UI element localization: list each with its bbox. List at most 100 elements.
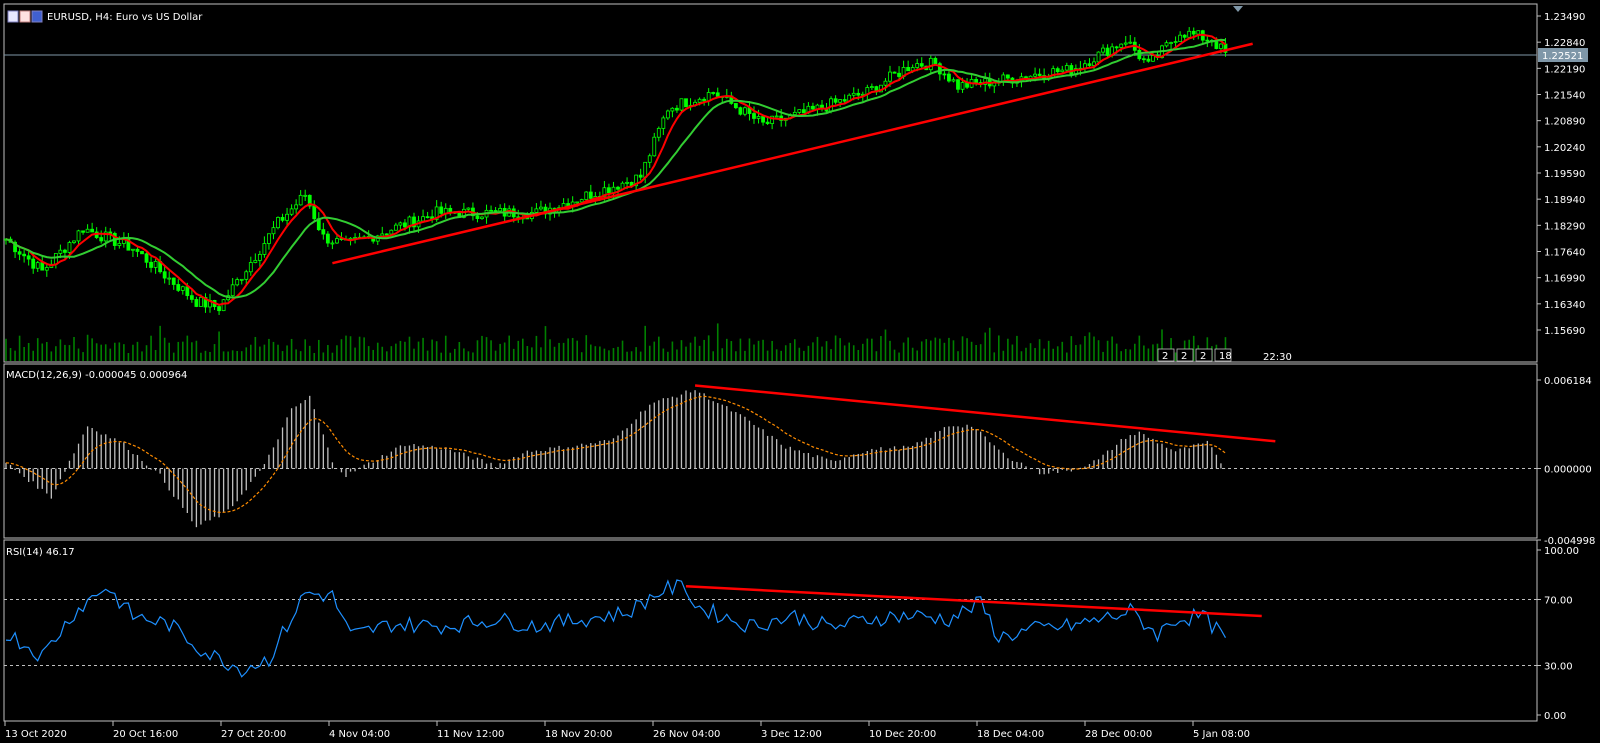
time-axis-label: 13 Oct 2020 — [5, 729, 67, 740]
candle-body — [1214, 41, 1219, 49]
candle-body — [149, 261, 153, 268]
time-axis-label: 3 Dec 12:00 — [761, 729, 822, 740]
candle-body — [697, 98, 702, 103]
candle-body — [475, 215, 480, 219]
timer-marker-label: 2 — [1181, 351, 1187, 362]
candle-body — [189, 295, 194, 300]
candle-body — [1114, 46, 1119, 49]
candle-body — [1096, 51, 1101, 63]
candle-body — [579, 199, 584, 203]
candle-body — [194, 299, 199, 307]
window-header: EURUSD, H4: Euro vs US Dollar — [7, 10, 203, 23]
rsi-axis-label: 70.00 — [1544, 596, 1573, 607]
candle-body — [951, 79, 956, 82]
candle-body — [643, 161, 648, 178]
candle-body — [335, 238, 339, 244]
candle-body — [684, 98, 688, 108]
price-axis-label: 1.21540 — [1544, 91, 1585, 102]
price-axis-label: 1.20890 — [1544, 117, 1585, 128]
candle-body — [534, 208, 539, 213]
candle-body — [756, 116, 761, 119]
candle-body — [842, 99, 847, 102]
candle-body — [398, 222, 403, 226]
time-axis-label: 11 Nov 12:00 — [437, 729, 504, 740]
candle-body — [960, 82, 965, 90]
candle-body — [171, 277, 176, 285]
candle-body — [1191, 30, 1196, 35]
candle-body — [928, 57, 933, 71]
candle-body — [575, 201, 580, 204]
time-axis-label: 4 Nov 04:00 — [329, 729, 390, 740]
time-axis-label: 18 Nov 20:00 — [545, 729, 612, 740]
candle-body — [1005, 74, 1010, 79]
time-axis-label: 10 Dec 20:00 — [869, 729, 936, 740]
candle-body — [933, 57, 938, 65]
candle-body — [919, 63, 924, 67]
candle-body — [1173, 41, 1178, 43]
candle-body — [851, 92, 856, 96]
candle-body — [797, 109, 802, 113]
bar-timer: 2 2 2 18 22:30 — [1157, 348, 1292, 363]
candle-body — [76, 230, 81, 242]
candle-body — [765, 121, 770, 124]
price-axis-label: 1.23490 — [1544, 12, 1585, 23]
candle-body — [81, 230, 85, 233]
candle-body — [897, 72, 901, 77]
candle-body — [733, 103, 738, 109]
candle-body — [1128, 41, 1133, 44]
candle-body — [99, 237, 104, 242]
candle-body — [44, 267, 49, 271]
candle-body — [915, 63, 920, 68]
candle-body — [58, 249, 63, 254]
candle-body — [715, 92, 720, 97]
candle-body — [616, 186, 620, 190]
candle-body — [67, 242, 72, 253]
candle-body — [393, 224, 398, 231]
candle-body — [153, 260, 158, 268]
candle-body — [625, 181, 629, 184]
candle-body — [140, 251, 144, 255]
candle-body — [35, 262, 40, 269]
candle-body — [294, 204, 299, 210]
candle-body — [974, 78, 979, 83]
candle-body — [325, 233, 330, 244]
candle-body — [31, 258, 36, 269]
candle-body — [312, 205, 317, 220]
candle-body — [421, 216, 425, 222]
candle-body — [675, 107, 679, 111]
candle-body — [117, 243, 122, 246]
candle-body — [185, 286, 190, 297]
candle-body — [947, 73, 951, 82]
current-price-tag: 1.22521 — [1538, 48, 1588, 63]
candle-body — [144, 253, 149, 263]
candle-body — [661, 117, 666, 129]
macd-axis-label: 0.006184 — [1544, 376, 1592, 387]
candle-body — [665, 110, 670, 119]
candle-body — [26, 255, 31, 260]
candle-body — [1141, 58, 1146, 61]
candle-body — [384, 233, 389, 236]
candle-body — [956, 79, 960, 90]
candle-body — [647, 155, 652, 163]
candle-body — [1151, 55, 1155, 62]
candle-body — [892, 71, 897, 74]
price-axis-label: 1.22840 — [1544, 38, 1585, 49]
candle-body — [679, 98, 684, 111]
macd-indicator-label: MACD(12,26,9) -0.000045 0.000964 — [6, 370, 187, 381]
candle-body — [1146, 58, 1151, 62]
candle-body — [199, 297, 203, 307]
candle-body — [330, 242, 335, 245]
candle-body — [271, 227, 276, 235]
candle-body — [1123, 42, 1128, 45]
candle-body — [1055, 68, 1060, 73]
candle-body — [774, 115, 779, 118]
candle-body — [1187, 30, 1192, 38]
candle-body — [801, 109, 806, 114]
candle-body — [588, 191, 593, 199]
candle-body — [833, 98, 838, 103]
candle-body — [761, 116, 765, 123]
candle-body — [888, 71, 892, 82]
chart-window-icon[interactable] — [7, 10, 43, 23]
candle-body — [466, 207, 471, 210]
candle-body — [480, 216, 484, 219]
